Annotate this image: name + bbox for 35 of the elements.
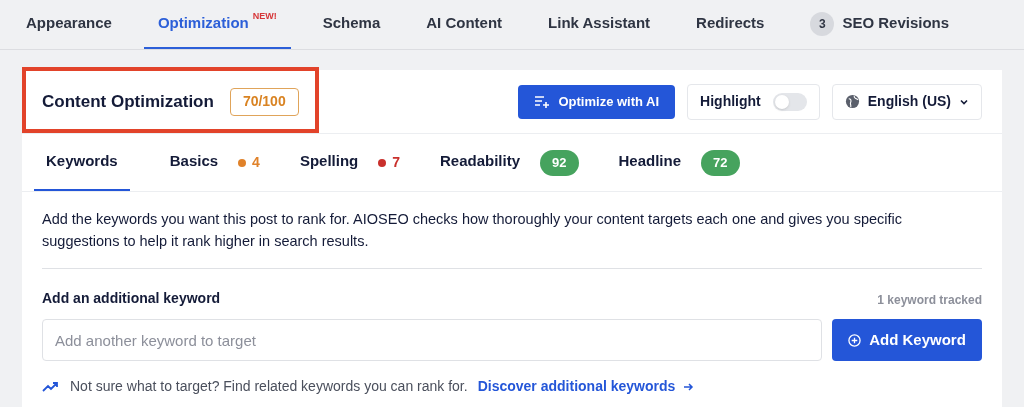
arrow-right-icon (683, 381, 695, 392)
discover-link[interactable]: Discover additional keywords (477, 376, 695, 397)
subtab[interactable]: Readability (428, 134, 533, 191)
issue-count: 7 (392, 153, 400, 172)
highlight-switch[interactable] (772, 92, 807, 111)
tab[interactable]: Optimization NEW! (143, 0, 291, 49)
keyword-tracked-count: 1 keyword tracked (877, 292, 982, 309)
tab[interactable]: 3 SEO Revisions (796, 0, 964, 49)
plus-circle-icon (848, 333, 862, 347)
keyword-input[interactable]: Add another keyword to target (42, 319, 822, 361)
new-label: NEW! (252, 10, 277, 23)
tab[interactable]: Appearance (12, 0, 126, 49)
field-label: Add an additional keyword (42, 289, 221, 308)
issue-count: 4 (252, 153, 260, 172)
tab[interactable]: Redirects (682, 0, 779, 49)
hint-text: Not sure what to target? Find related keywords you can rank for. (70, 377, 468, 396)
tab[interactable]: AI Content (412, 0, 517, 49)
subtab[interactable]: Headline (606, 134, 694, 191)
subtab[interactable]: Basics (157, 134, 231, 191)
score-pill: 72 (701, 149, 740, 176)
description-text: Add the keywords you want this post to rank for. AIOSEO checks how thoroughly your content targets each one and gives you specific suggestions to help it rank higher in search results. (42, 192, 982, 269)
score-pill: 92 (540, 149, 579, 176)
globe-icon (844, 94, 860, 109)
section-title: Content Optimization (42, 90, 214, 113)
score-badge: 70/100 (229, 87, 299, 116)
revision-count: 3 (810, 11, 835, 36)
language-select[interactable]: English (US) (831, 83, 982, 120)
optimize-button[interactable]: Optimize with AI (518, 84, 676, 119)
subtab[interactable]: Keywords (34, 134, 130, 191)
tab[interactable]: Schema (308, 0, 395, 49)
add-keyword-button[interactable]: Add Keyword (832, 319, 982, 361)
trend-up-icon (42, 380, 60, 393)
highlight-label: Highlight (700, 92, 761, 111)
subtab[interactable]: Spelling (287, 134, 371, 191)
tab[interactable]: Link Assistant (534, 0, 665, 49)
